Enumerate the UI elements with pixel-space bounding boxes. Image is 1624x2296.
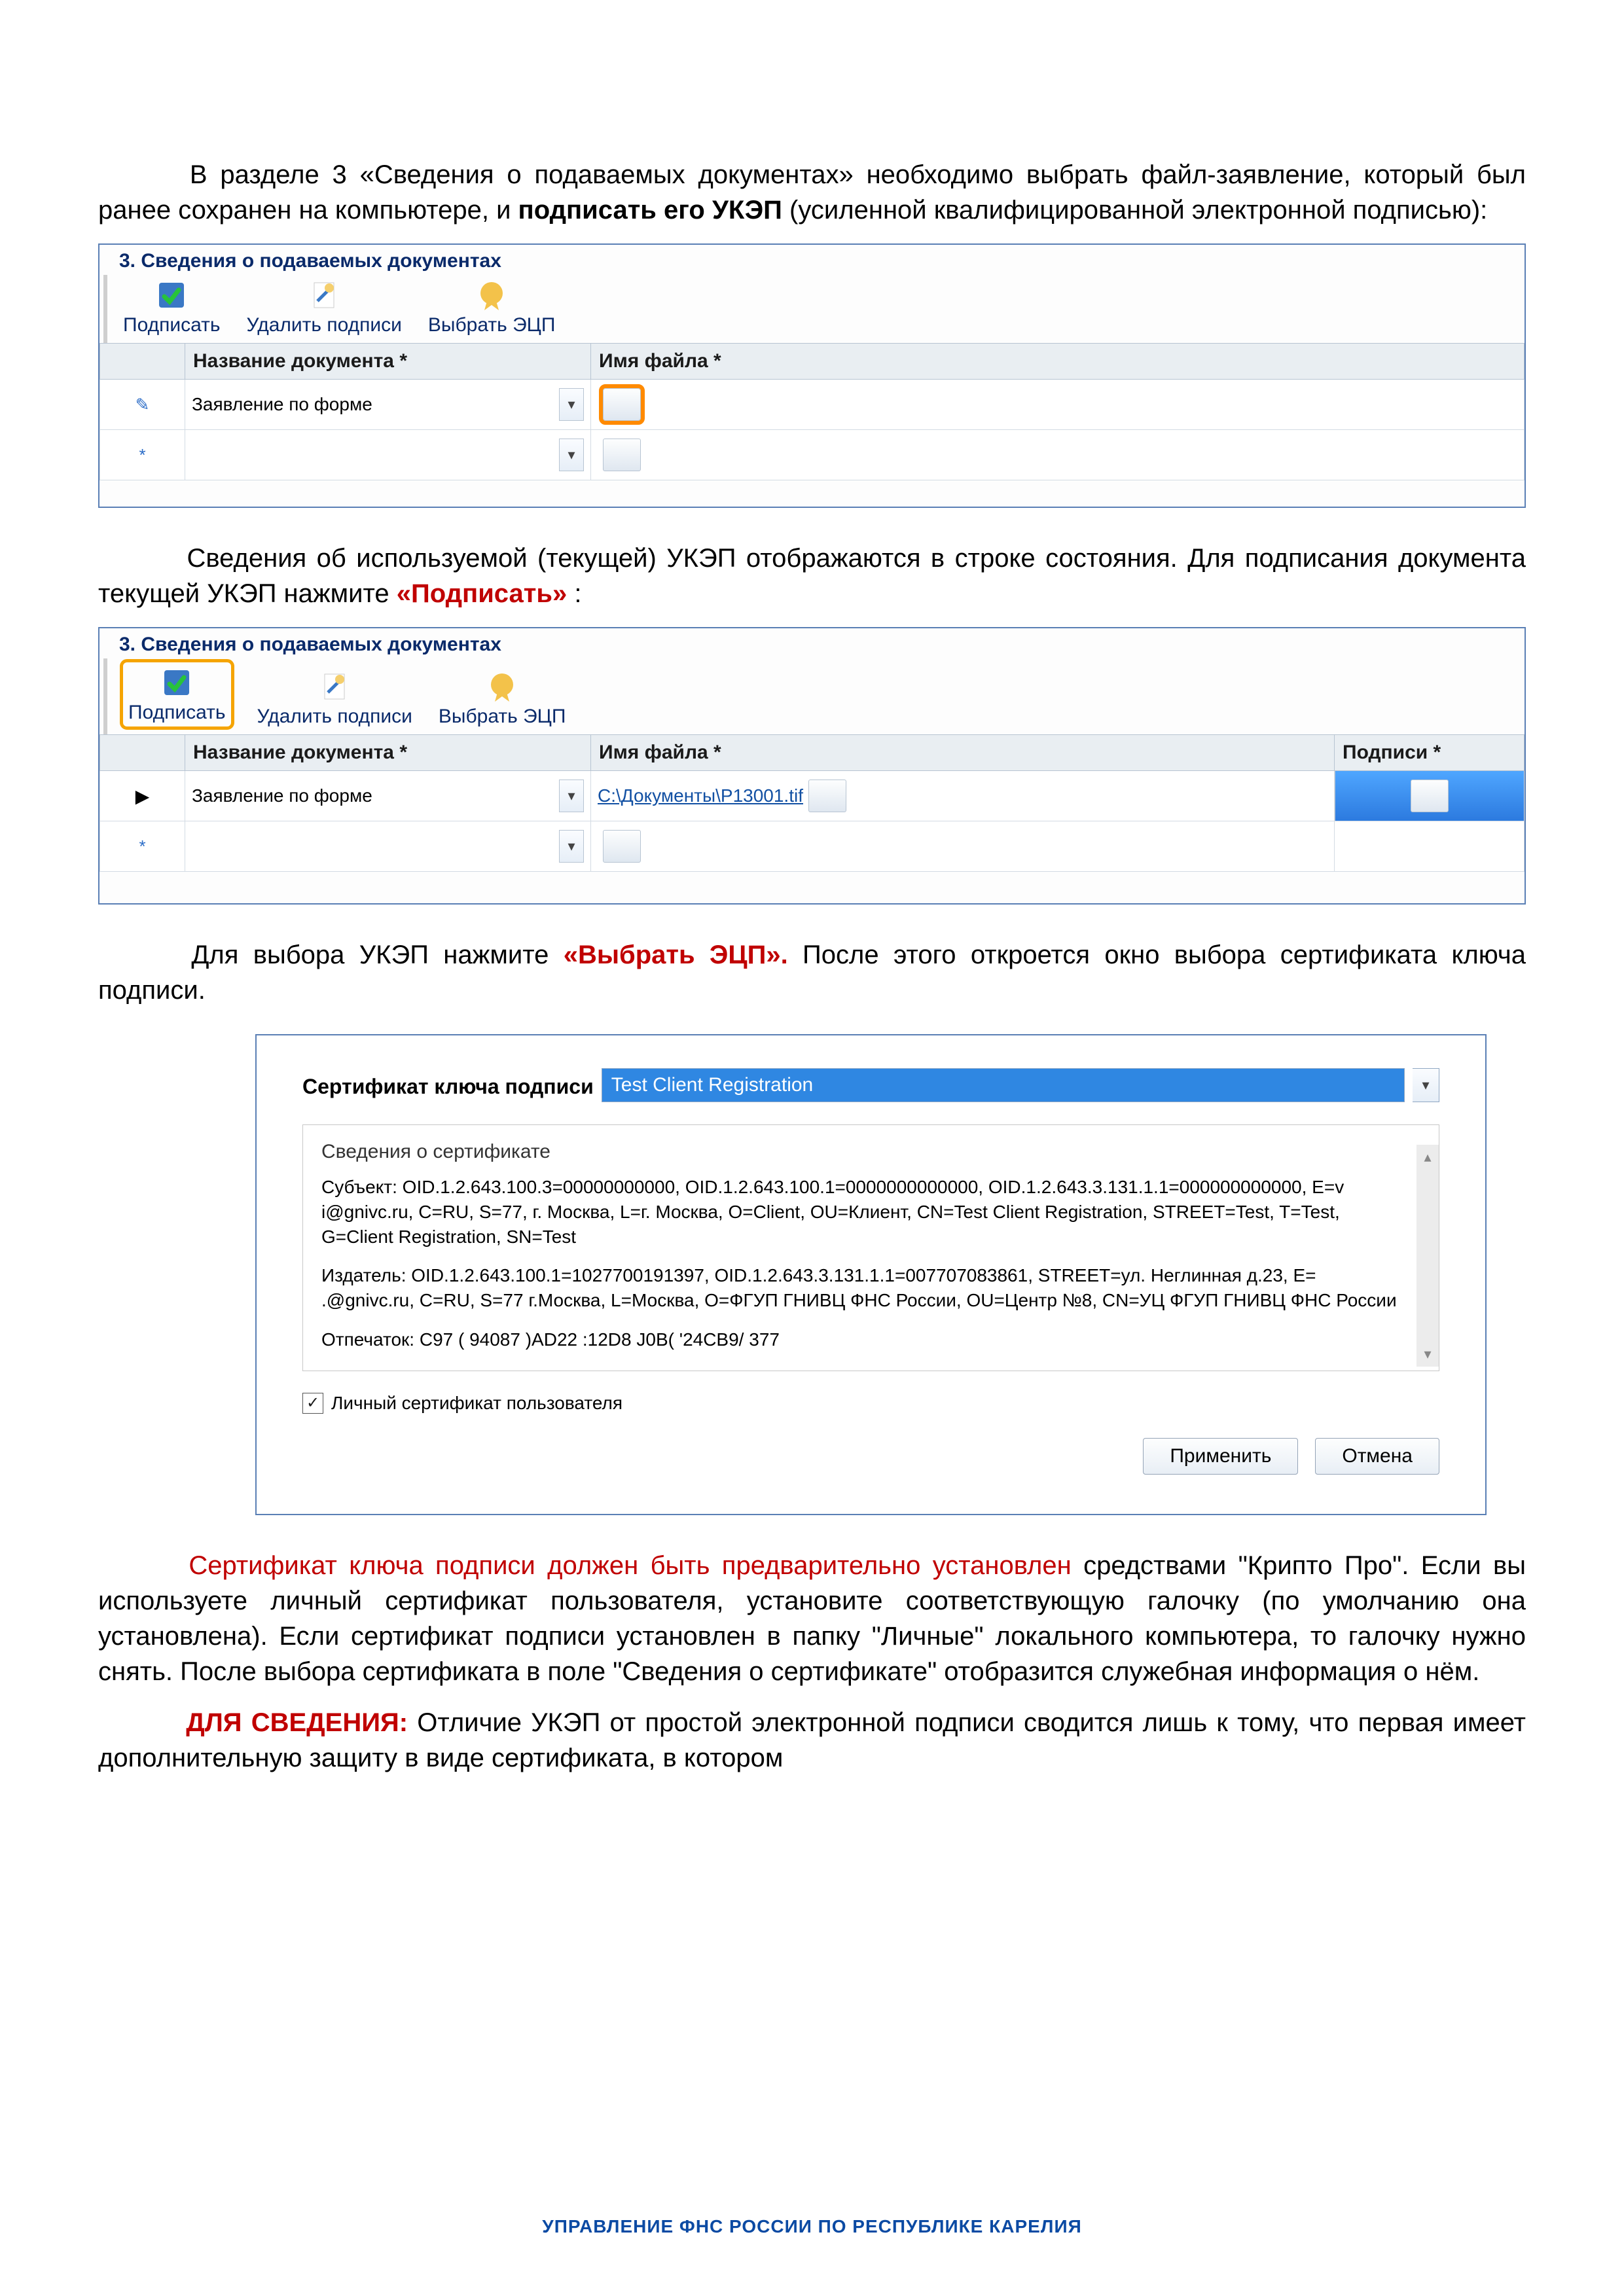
browse-button[interactable]	[603, 830, 641, 863]
personal-cert-row[interactable]: ✓ Личный сертификат пользователя	[302, 1391, 1439, 1416]
paragraph-1: В разделе 3 «Сведения о подаваемых докум…	[98, 157, 1526, 228]
browse-button[interactable]	[603, 388, 641, 421]
toolbar-choose-2[interactable]: Выбрать ЭЦП	[439, 670, 566, 726]
docs-table-2: Название документа * Имя файла * Подписи…	[99, 734, 1525, 872]
p2-run2: :	[574, 579, 581, 608]
toolbar-remove-2[interactable]: Удалить подписи	[257, 670, 412, 726]
doc-name-cell-2[interactable]: Заявление по форме ▾	[185, 771, 591, 821]
p3-red: «Выбрать ЭЦП».	[564, 941, 788, 969]
th-file-name-2: Имя файла *	[591, 735, 1335, 771]
file-cell-empty[interactable]	[591, 430, 1525, 480]
panel-toolbar: Подписать Удалить подписи Выбрать ЭЦП	[103, 275, 1525, 343]
dropdown-arrow-icon[interactable]: ▾	[559, 830, 584, 863]
docs-table-1: Название документа * Имя файла * ✎ Заявл…	[99, 343, 1525, 480]
cert-select-row: Сертификат ключа подписи Test Client Reg…	[302, 1068, 1439, 1102]
toolbar-choose-label: Выбрать ЭЦП	[428, 314, 556, 336]
p2-run1: Сведения об используемой (текущей) УКЭП …	[98, 544, 1526, 608]
th-doc-name: Название документа *	[185, 344, 591, 380]
cert-label: Сертификат ключа подписи	[302, 1068, 594, 1102]
cert-info-fieldset: Сведения о сертификате Субъект: OID.1.2.…	[302, 1124, 1439, 1371]
panel-title: 3. Сведения о подаваемых документах	[99, 245, 1525, 275]
cancel-label: Отмена	[1342, 1445, 1413, 1467]
scrollbar-icon[interactable]: ▴▾	[1416, 1145, 1439, 1367]
panel-docs-1: 3. Сведения о подаваемых документах Подп…	[98, 243, 1526, 508]
paragraph-5: ДЛЯ СВЕДЕНИЯ: Отличие УКЭП от простой эл…	[98, 1705, 1526, 1776]
doc-name-cell-empty-2[interactable]: ▾	[185, 821, 591, 872]
p4-red: Сертификат ключа подписи должен быть пре…	[189, 1551, 1083, 1580]
toolbar-remove-label: Удалить подписи	[247, 314, 402, 336]
dropdown-arrow-icon[interactable]: ▾	[559, 439, 584, 471]
dropdown-arrow-icon[interactable]: ▾	[559, 780, 584, 812]
cert-ball-icon	[486, 670, 518, 703]
th-file-name: Имя файла *	[591, 344, 1525, 380]
paragraph-3: Для выбора УКЭП нажмите «Выбрать ЭЦП». П…	[98, 937, 1526, 1008]
file-link[interactable]: С:\Документы\Р13001.tif	[598, 785, 803, 806]
doc-name-cell-empty[interactable]: ▾	[185, 430, 591, 480]
cert-thumbprint: Отпечаток: C97 ( 94087 )AD22 :12D8 J0B( …	[321, 1327, 1406, 1352]
doc-name-value: Заявление по форме	[192, 394, 372, 415]
browse-button[interactable]	[808, 780, 846, 812]
certificate-dialog: Сертификат ключа подписи Test Client Reg…	[255, 1034, 1487, 1515]
signature-button[interactable]	[1411, 780, 1449, 812]
personal-cert-label: Личный сертификат пользователя	[331, 1391, 623, 1416]
cert-select[interactable]: Test Client Registration	[602, 1068, 1405, 1102]
p2-red: «Подписать»	[397, 579, 567, 608]
apply-button[interactable]: Применить	[1143, 1438, 1298, 1475]
browse-button[interactable]	[603, 439, 641, 471]
row-edit-icon: ✎	[135, 395, 150, 414]
cert-issuer: Издатель: OID.1.2.643.100.1=102770019139…	[321, 1263, 1406, 1313]
row-new-icon: *	[139, 836, 145, 856]
toolbar-choose-label-2: Выбрать ЭЦП	[439, 706, 566, 727]
toolbar-remove[interactable]: Удалить подписи	[247, 279, 402, 335]
th-signatures: Подписи *	[1335, 735, 1525, 771]
file-cell-2[interactable]: С:\Документы\Р13001.tif	[591, 771, 1335, 821]
eraser-icon	[318, 670, 351, 703]
toolbar-sign[interactable]: Подписать	[123, 279, 221, 335]
file-cell[interactable]	[591, 380, 1525, 430]
apply-label: Применить	[1170, 1445, 1271, 1467]
cert-fieldset-legend: Сведения о сертификате	[321, 1141, 1406, 1163]
toolbar-sign-highlighted[interactable]: Подписать	[123, 662, 231, 726]
p3-run1: Для выбора УКЭП нажмите	[191, 941, 563, 969]
p1-bold: подписать его УКЭП	[518, 196, 790, 224]
panel-title-2: 3. Сведения о подаваемых документах	[99, 628, 1525, 658]
paragraph-4: Сертификат ключа подписи должен быть пре…	[98, 1548, 1526, 1689]
document-page: В разделе 3 «Сведения о подаваемых докум…	[0, 0, 1624, 2296]
dropdown-arrow-icon[interactable]: ▾	[559, 388, 584, 421]
doc-name-value-2: Заявление по форме	[192, 785, 372, 806]
eraser-icon	[308, 279, 340, 312]
toolbar-remove-label-2: Удалить подписи	[257, 706, 412, 727]
cancel-button[interactable]: Отмена	[1315, 1438, 1439, 1475]
personal-cert-checkbox[interactable]: ✓	[302, 1393, 323, 1414]
p1-run2: (усиленной квалифицированной электронной…	[789, 196, 1487, 224]
toolbar-sign-label-2: Подписать	[128, 702, 226, 723]
th-doc-name-2: Название документа *	[185, 735, 591, 771]
panel-toolbar-2: Подписать Удалить подписи Выбрать ЭЦП	[103, 658, 1525, 734]
panel-docs-2: 3. Сведения о подаваемых документах Подп…	[98, 627, 1526, 905]
file-cell-empty-2[interactable]	[591, 821, 1335, 872]
row-current-icon: ▶	[135, 786, 150, 806]
page-footer: УПРАВЛЕНИЕ ФНС РОССИИ ПО РЕСПУБЛИКЕ КАРЕ…	[0, 2216, 1624, 2237]
dialog-buttons: Применить Отмена	[302, 1438, 1439, 1475]
sign-check-icon	[155, 279, 188, 312]
p5-lead: ДЛЯ СВЕДЕНИЯ:	[186, 1708, 408, 1737]
row-new-icon: *	[139, 445, 145, 465]
cert-ball-icon	[475, 279, 508, 312]
toolbar-sign-label: Подписать	[123, 314, 221, 336]
toolbar-choose[interactable]: Выбрать ЭЦП	[428, 279, 556, 335]
cert-select-value: Test Client Registration	[611, 1074, 813, 1096]
paragraph-2: Сведения об используемой (текущей) УКЭП …	[98, 541, 1526, 611]
cert-subject: Субъект: OID.1.2.643.100.3=00000000000, …	[321, 1175, 1406, 1249]
cert-select-arrow-icon[interactable]: ▾	[1413, 1068, 1439, 1102]
doc-name-cell[interactable]: Заявление по форме ▾	[185, 380, 591, 430]
sign-check-icon	[160, 666, 193, 699]
